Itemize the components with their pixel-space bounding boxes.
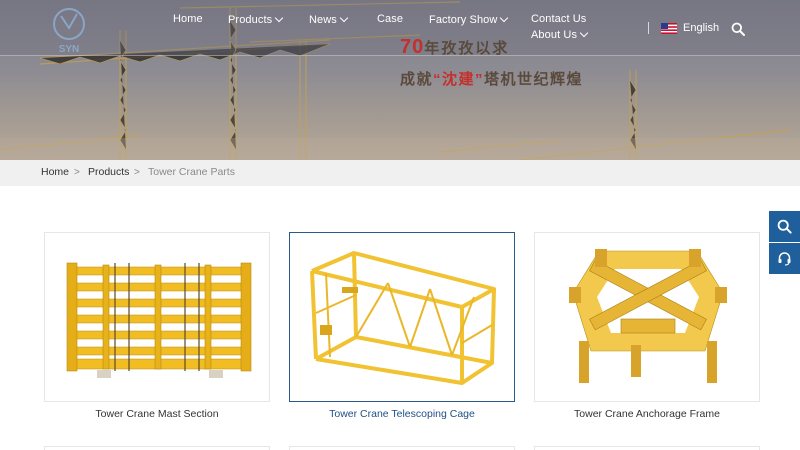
breadcrumb-current: Tower Crane Parts	[148, 166, 235, 178]
nav-home-label: Home	[173, 13, 203, 25]
nav-products[interactable]: Products	[228, 13, 284, 26]
chevron-down-icon	[500, 13, 509, 23]
nav-news[interactable]: News	[309, 13, 349, 26]
nav-case[interactable]: Case	[377, 13, 403, 25]
hero-slogan-line1: 70年孜孜以求	[400, 36, 509, 59]
chevron-down-icon	[274, 13, 284, 23]
nav-about-us-label: About Us	[531, 29, 578, 41]
hero-banner: SYN Home Products News Case Factory Show…	[0, 0, 800, 160]
product-image-telescoping-cage	[310, 251, 496, 385]
product-card-telescoping-cage[interactable]	[289, 232, 515, 402]
breadcrumb-separator: >	[74, 167, 80, 178]
product-image-anchorage-frame	[569, 249, 727, 383]
language-selector[interactable]: English	[683, 22, 719, 34]
chevron-down-icon	[339, 13, 349, 23]
search-icon	[777, 219, 792, 234]
breadcrumb-separator: >	[134, 167, 140, 178]
us-flag-icon[interactable]	[661, 23, 677, 34]
nav-case-label: Case	[377, 13, 404, 25]
nav-contact-us[interactable]: Contact Us	[531, 13, 586, 25]
product-card-row2[interactable]	[534, 446, 760, 450]
product-title-anchorage-frame[interactable]: Tower Crane Anchorage Frame	[534, 408, 760, 420]
product-title-mast-section[interactable]: Tower Crane Mast Section	[44, 408, 270, 420]
search-icon[interactable]	[731, 22, 745, 36]
logo-text: SYN	[59, 44, 80, 55]
nav-products-label: Products	[228, 14, 273, 26]
hero-slogan-line2: 成就“沈建”塔机世纪辉煌	[400, 68, 583, 89]
headset-icon	[778, 252, 791, 266]
product-card-anchorage-frame[interactable]	[534, 232, 760, 402]
nav-home[interactable]: Home	[173, 13, 203, 25]
nav-factory-show[interactable]: Factory Show	[429, 13, 509, 26]
product-title-telescoping-cage[interactable]: Tower Crane Telescoping Cage	[289, 408, 515, 420]
company-logo[interactable]: SYN	[46, 4, 92, 56]
side-support-button[interactable]	[769, 243, 800, 274]
product-image-mast-section	[66, 262, 252, 378]
nav-divider	[648, 22, 649, 34]
nav-contact-us-label: Contact Us	[531, 13, 587, 25]
product-card-row2[interactable]	[44, 446, 270, 450]
nav-factory-show-label: Factory Show	[429, 14, 498, 26]
chevron-down-icon	[579, 28, 589, 38]
product-card-row2[interactable]	[289, 446, 515, 450]
nav-about-us[interactable]: About Us	[531, 28, 589, 41]
product-card-mast-section[interactable]	[44, 232, 270, 402]
slogan-brand: “沈建”	[433, 71, 485, 88]
breadcrumb-home[interactable]: Home	[41, 166, 69, 178]
slogan-number: 70	[400, 36, 425, 58]
side-search-button[interactable]	[769, 211, 800, 242]
slogan-line2-b: 塔机世纪辉煌	[484, 71, 584, 88]
breadcrumb-products[interactable]: Products	[88, 166, 129, 178]
slogan-line1-text: 年孜孜以求	[424, 40, 510, 57]
slogan-line2-a: 成就	[400, 71, 434, 88]
nav-news-label: News	[309, 14, 337, 26]
